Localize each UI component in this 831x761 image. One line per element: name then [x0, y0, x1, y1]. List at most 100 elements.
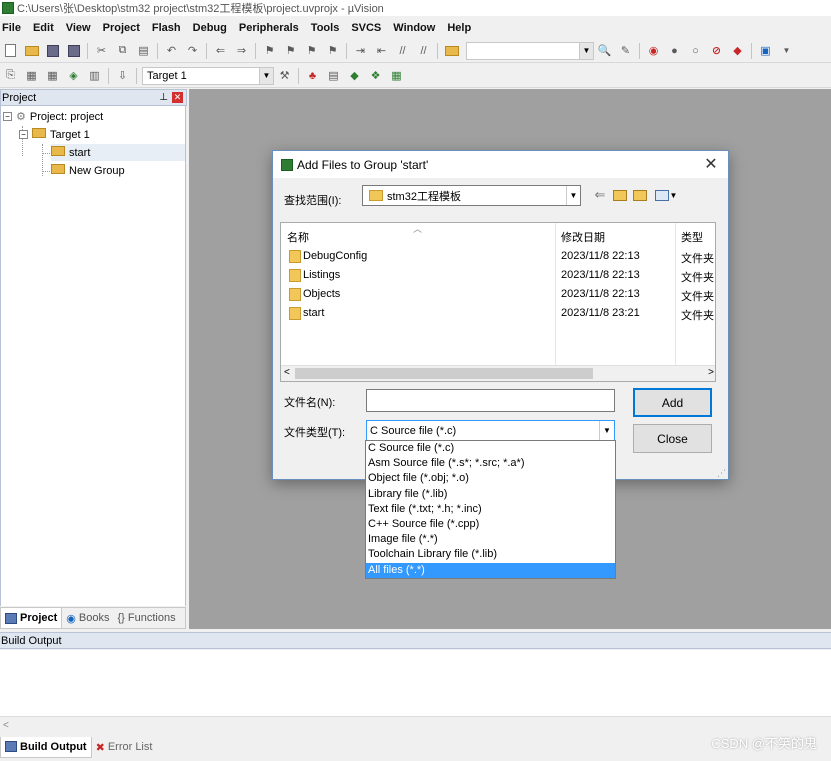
list-item[interactable]: Listings 2023/11/8 22:13 文件夹 [281, 266, 715, 285]
load-download-icon[interactable]: ⇩ [114, 67, 131, 84]
list-item[interactable]: start 2023/11/8 23:21 文件夹 [281, 304, 715, 323]
column-header-type[interactable]: 类型 [681, 229, 703, 245]
translate-icon[interactable]: ⎘ [2, 67, 19, 84]
column-header-date[interactable]: 修改日期 [561, 229, 605, 245]
chevron-down-icon[interactable]: ▼ [566, 186, 580, 205]
menu-svcs[interactable]: SVCS [345, 18, 387, 38]
menu-file[interactable]: File [0, 18, 27, 38]
save-icon[interactable] [44, 42, 61, 59]
close-icon[interactable]: ✕ [172, 92, 183, 103]
undo-icon[interactable]: ↶ [163, 42, 180, 59]
breakpoint-icon[interactable]: ● [666, 42, 683, 59]
debug-session-icon[interactable]: ◉ [645, 42, 662, 59]
tab-build-output[interactable]: Build Output [0, 736, 92, 758]
column-header-name[interactable]: 名称 [287, 229, 309, 245]
pin-icon[interactable]: ⊥ [159, 92, 168, 103]
nav-back-icon[interactable]: ⇐ [212, 42, 229, 59]
comment-icon[interactable]: // [394, 42, 411, 59]
chevron-down-icon[interactable]: ▼ [259, 67, 273, 84]
scroll-right-icon[interactable]: > [708, 367, 714, 378]
filetype-option[interactable]: Asm Source file (*.s*; *.src; *.a*) [366, 456, 615, 471]
filetype-select[interactable]: C Source file (*.c) ▼ [366, 420, 615, 441]
target-select[interactable]: Target 1 ▼ [142, 66, 274, 85]
manage-project-items-icon[interactable]: ♣ [304, 67, 321, 84]
window-layout-icon[interactable]: ▣ [757, 42, 774, 59]
build-output-hscroll[interactable]: < [0, 716, 831, 734]
tree-node-group-start[interactable]: start [51, 144, 185, 161]
find-icon[interactable]: 🔍 [596, 42, 613, 59]
list-item[interactable]: DebugConfig 2023/11/8 22:13 文件夹 [281, 247, 715, 266]
chevron-down-icon[interactable]: ▼ [599, 421, 614, 440]
rebuild-icon[interactable]: ▦ [44, 67, 61, 84]
filetype-option[interactable]: Library file (*.lib) [366, 487, 615, 502]
breakpoint-disable-icon[interactable]: ○ [687, 42, 704, 59]
bookmark-prev-icon[interactable]: ⚑ [282, 42, 299, 59]
tree-node-group-new[interactable]: New Group [51, 162, 125, 179]
filetype-option[interactable]: Text file (*.txt; *.h; *.inc) [366, 502, 615, 517]
cut-icon[interactable]: ✂ [93, 42, 110, 59]
scroll-left-icon[interactable]: < [284, 367, 290, 378]
stop-build-icon[interactable]: ▥ [86, 67, 103, 84]
filetype-option[interactable]: C++ Source file (*.cpp) [366, 517, 615, 532]
resize-grip-icon[interactable]: ⋰ [717, 468, 727, 478]
software-components-icon[interactable]: ▦ [388, 67, 405, 84]
back-arrow-icon[interactable]: ⇐ [592, 186, 608, 204]
up-folder-icon[interactable] [612, 186, 628, 204]
target-options-icon[interactable]: ⚒ [276, 67, 293, 84]
scroll-thumb[interactable] [295, 368, 593, 379]
menu-edit[interactable]: Edit [27, 18, 60, 38]
save-all-icon[interactable] [65, 42, 82, 59]
menu-debug[interactable]: Debug [187, 18, 233, 38]
collapse-icon[interactable]: − [19, 130, 28, 139]
filetype-option-highlighted[interactable]: All files (*.*) [366, 562, 615, 578]
tree-node-project[interactable]: − ⚙ Project: project [3, 108, 103, 125]
menu-view[interactable]: View [60, 18, 97, 38]
tree-node-target[interactable]: − Target 1 [19, 126, 90, 143]
tab-functions[interactable]: {} Functions [113, 608, 179, 628]
breakpoint-kill-all-icon[interactable]: ◆ [729, 42, 746, 59]
view-menu-icon[interactable]: ▼ [653, 186, 679, 204]
tab-books[interactable]: ◉ Books [62, 608, 113, 628]
new-folder-icon[interactable] [632, 186, 648, 204]
bookmark-next-icon[interactable]: ⚑ [303, 42, 320, 59]
uncomment-icon[interactable]: // [415, 42, 432, 59]
lookin-select[interactable]: stm32工程模板 ▼ [362, 185, 581, 206]
close-button[interactable]: Close [633, 424, 712, 453]
breakpoint-kill-icon[interactable]: ⊘ [708, 42, 725, 59]
paste-icon[interactable]: ▤ [135, 42, 152, 59]
new-file-icon[interactable] [2, 42, 19, 59]
menu-window[interactable]: Window [387, 18, 441, 38]
menu-help[interactable]: Help [441, 18, 477, 38]
redo-icon[interactable]: ↷ [184, 42, 201, 59]
batch-build-icon[interactable]: ◈ [65, 67, 82, 84]
chevron-down-icon[interactable]: ▼ [579, 42, 593, 59]
pack-installer-icon[interactable]: ◆ [346, 67, 363, 84]
filename-input[interactable] [366, 389, 615, 412]
menu-tools[interactable]: Tools [305, 18, 346, 38]
find-in-files-icon[interactable] [443, 42, 460, 59]
menu-peripherals[interactable]: Peripherals [233, 18, 305, 38]
close-icon[interactable]: ✕ [702, 155, 720, 173]
runtime-environment-icon[interactable]: ❖ [367, 67, 384, 84]
filetype-option[interactable]: C Source file (*.c) [366, 441, 615, 456]
indent-icon[interactable]: ⇥ [352, 42, 369, 59]
collapse-icon[interactable]: − [3, 112, 12, 121]
menu-flash[interactable]: Flash [146, 18, 187, 38]
add-button[interactable]: Add [633, 388, 712, 417]
incremental-find-icon[interactable]: ✎ [617, 42, 634, 59]
tab-project[interactable]: Project [1, 608, 63, 628]
scroll-left-icon[interactable]: < [3, 720, 9, 731]
filetype-option[interactable]: Image file (*.*) [366, 532, 615, 547]
bookmark-clear-icon[interactable]: ⚑ [324, 42, 341, 59]
select-packs-icon[interactable]: ▤ [325, 67, 342, 84]
copy-icon[interactable]: ⧉ [114, 42, 131, 59]
filetype-option[interactable]: Object file (*.obj; *.o) [366, 471, 615, 486]
bookmark-icon[interactable]: ⚑ [261, 42, 278, 59]
open-file-icon[interactable] [23, 42, 40, 59]
build-icon[interactable]: ▦ [23, 67, 40, 84]
find-combo[interactable]: ▼ [466, 41, 594, 60]
chevron-down-icon[interactable]: ▼ [778, 42, 795, 59]
nav-forward-icon[interactable]: ⇒ [233, 42, 250, 59]
list-item[interactable]: Objects 2023/11/8 22:13 文件夹 [281, 285, 715, 304]
tab-error-list[interactable]: ✖ Error List [92, 737, 157, 758]
